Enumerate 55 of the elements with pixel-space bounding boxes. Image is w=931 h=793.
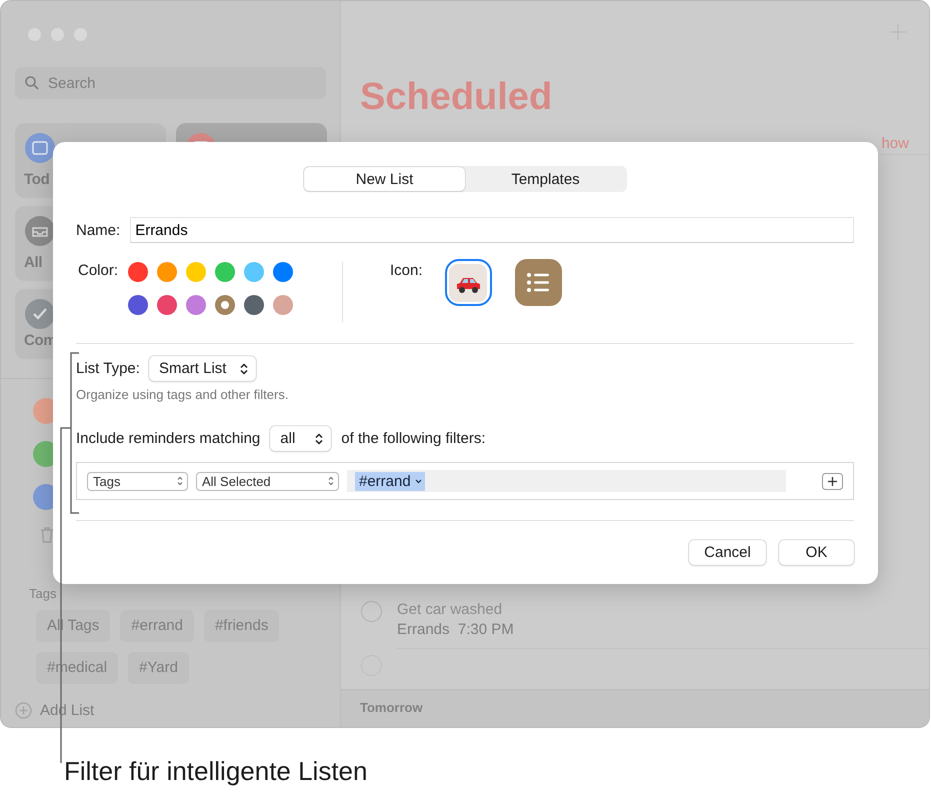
chevron-icon xyxy=(177,476,183,486)
field-popup[interactable]: Tags xyxy=(87,472,188,490)
smart-list-label: Tod xyxy=(24,171,50,188)
chevron-icon xyxy=(328,476,334,486)
name-label: Name: xyxy=(76,222,120,238)
smart-list-label: All xyxy=(24,254,42,271)
operator-popup[interactable]: All Selected xyxy=(196,472,339,490)
callout-text: Filter für intelligente Listen xyxy=(64,756,368,787)
color-swatch[interactable] xyxy=(273,295,294,315)
cancel-button[interactable]: Cancel xyxy=(689,540,766,565)
car-icon[interactable] xyxy=(444,259,492,306)
tag-token[interactable]: #errand xyxy=(355,472,425,490)
search-icon xyxy=(25,76,39,90)
color-swatch[interactable] xyxy=(215,295,236,315)
list-type-popup[interactable]: Smart List xyxy=(148,356,256,381)
tab[interactable]: New List xyxy=(304,167,465,191)
section-heading: Tomorrow xyxy=(360,700,423,715)
icon-label: Icon: xyxy=(390,262,423,279)
color-label: Color: xyxy=(78,262,118,279)
list-icon[interactable] xyxy=(514,259,562,306)
hint-text: Organize using tags and other filters. xyxy=(76,387,290,402)
tags-heading: Tags xyxy=(29,586,56,601)
reminder-checkbox[interactable] xyxy=(361,601,382,622)
name-field[interactable]: Errands xyxy=(130,217,854,243)
chevron-icon xyxy=(315,432,324,444)
color-swatch[interactable] xyxy=(157,295,178,315)
checkmark-icon xyxy=(25,299,55,329)
color-swatch[interactable] xyxy=(186,295,206,315)
list-title: Scheduled xyxy=(360,75,554,120)
search-field[interactable]: Search xyxy=(15,67,326,99)
color-swatch[interactable] xyxy=(244,295,264,315)
color-swatch[interactable] xyxy=(215,262,236,282)
color-swatch[interactable] xyxy=(244,262,264,282)
trash-icon[interactable] xyxy=(40,527,54,543)
tag-token-field[interactable]: #errand xyxy=(347,470,786,492)
matching-label: Include reminders matching xyxy=(76,430,260,447)
calendar-icon xyxy=(25,133,55,163)
reminder-details: Errands 7:30 PM xyxy=(397,621,515,638)
color-swatch[interactable] xyxy=(128,262,148,282)
filters-label: of the following filters: xyxy=(341,430,486,447)
ok-button[interactable]: OK xyxy=(779,540,854,565)
color-swatch[interactable] xyxy=(157,262,178,282)
color-swatch[interactable] xyxy=(128,295,148,315)
new-reminder-checkbox[interactable] xyxy=(361,655,382,676)
tab[interactable]: Templates xyxy=(465,167,626,191)
tray-icon xyxy=(25,216,55,246)
add-filter-icon[interactable] xyxy=(822,472,843,490)
color-swatch[interactable] xyxy=(273,262,294,282)
color-swatch[interactable] xyxy=(186,262,206,282)
list-type-label: List Type: xyxy=(76,360,140,377)
reminder-title: Get car washed xyxy=(397,601,504,618)
match-popup[interactable]: all xyxy=(270,426,332,451)
chevron-icon xyxy=(240,362,248,374)
plus-circle-icon xyxy=(15,702,32,719)
chevron-icon xyxy=(414,478,422,484)
